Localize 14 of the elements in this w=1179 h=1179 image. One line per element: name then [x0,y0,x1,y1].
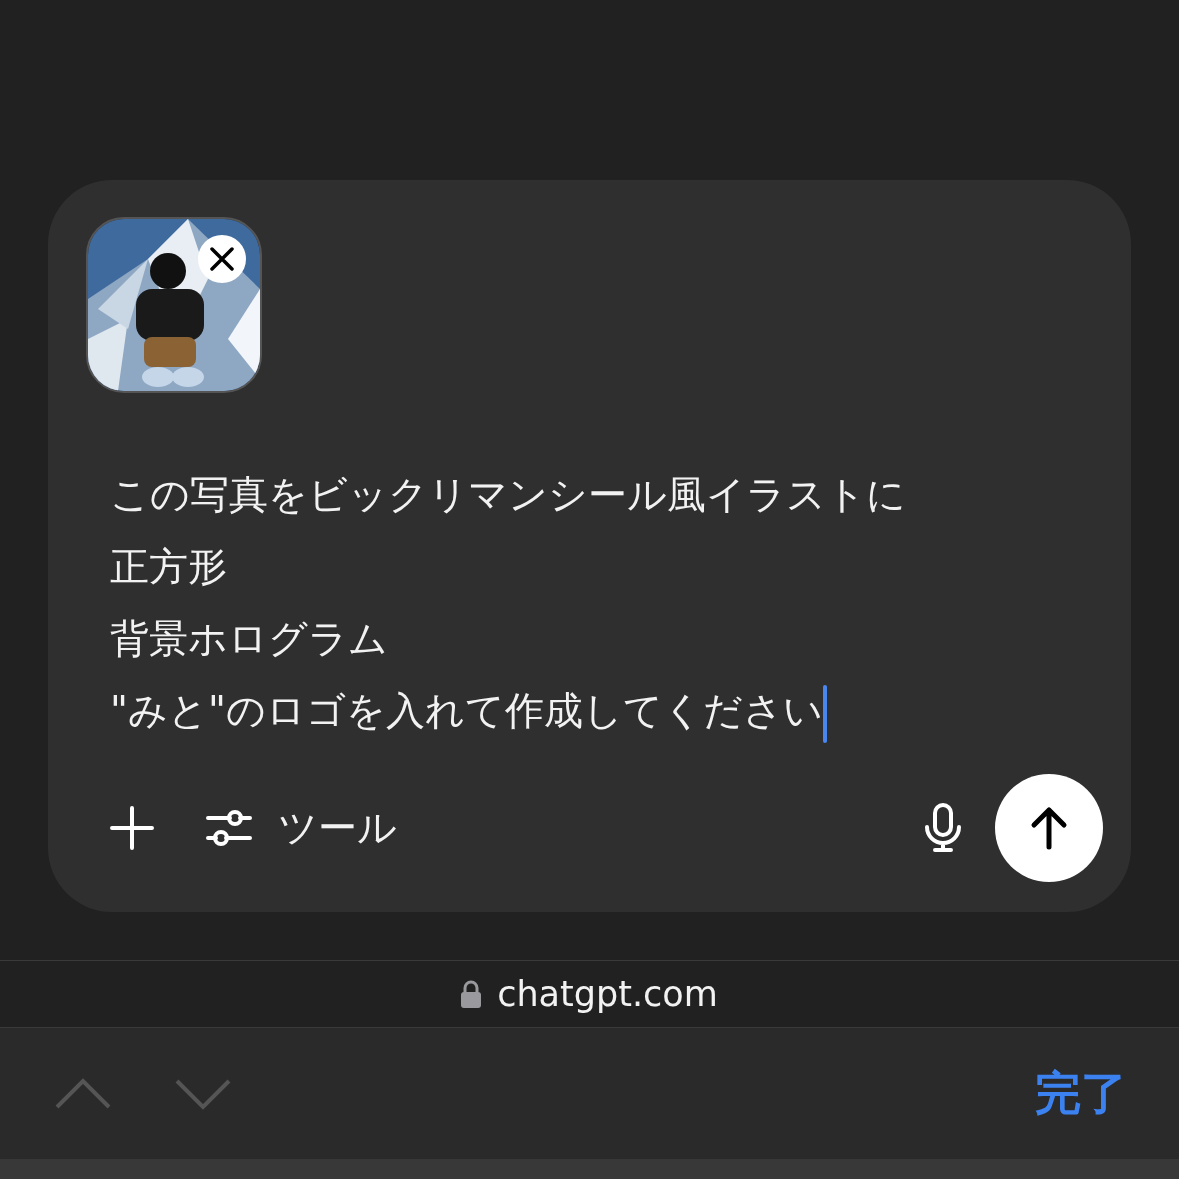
plus-icon [110,806,154,850]
sliders-icon [206,807,252,849]
prompt-field[interactable]: この写真をビックリマンシール風イラストに 正方形 背景ホログラム "みと"のロゴを入れて作成してください [110,459,1103,747]
microphone-button[interactable] [923,803,963,853]
chevron-up-icon [54,1077,112,1110]
address-bar[interactable]: chatgpt.com [0,960,1179,1028]
arrow-up-icon [1030,806,1068,850]
url-text: chatgpt.com [497,974,718,1014]
close-icon [209,246,235,272]
microphone-icon [923,803,963,853]
tools-button[interactable]: ツール [206,801,397,855]
add-button[interactable] [110,806,154,850]
done-button[interactable]: 完了 [1035,1062,1127,1125]
chevron-down-icon [174,1077,232,1110]
